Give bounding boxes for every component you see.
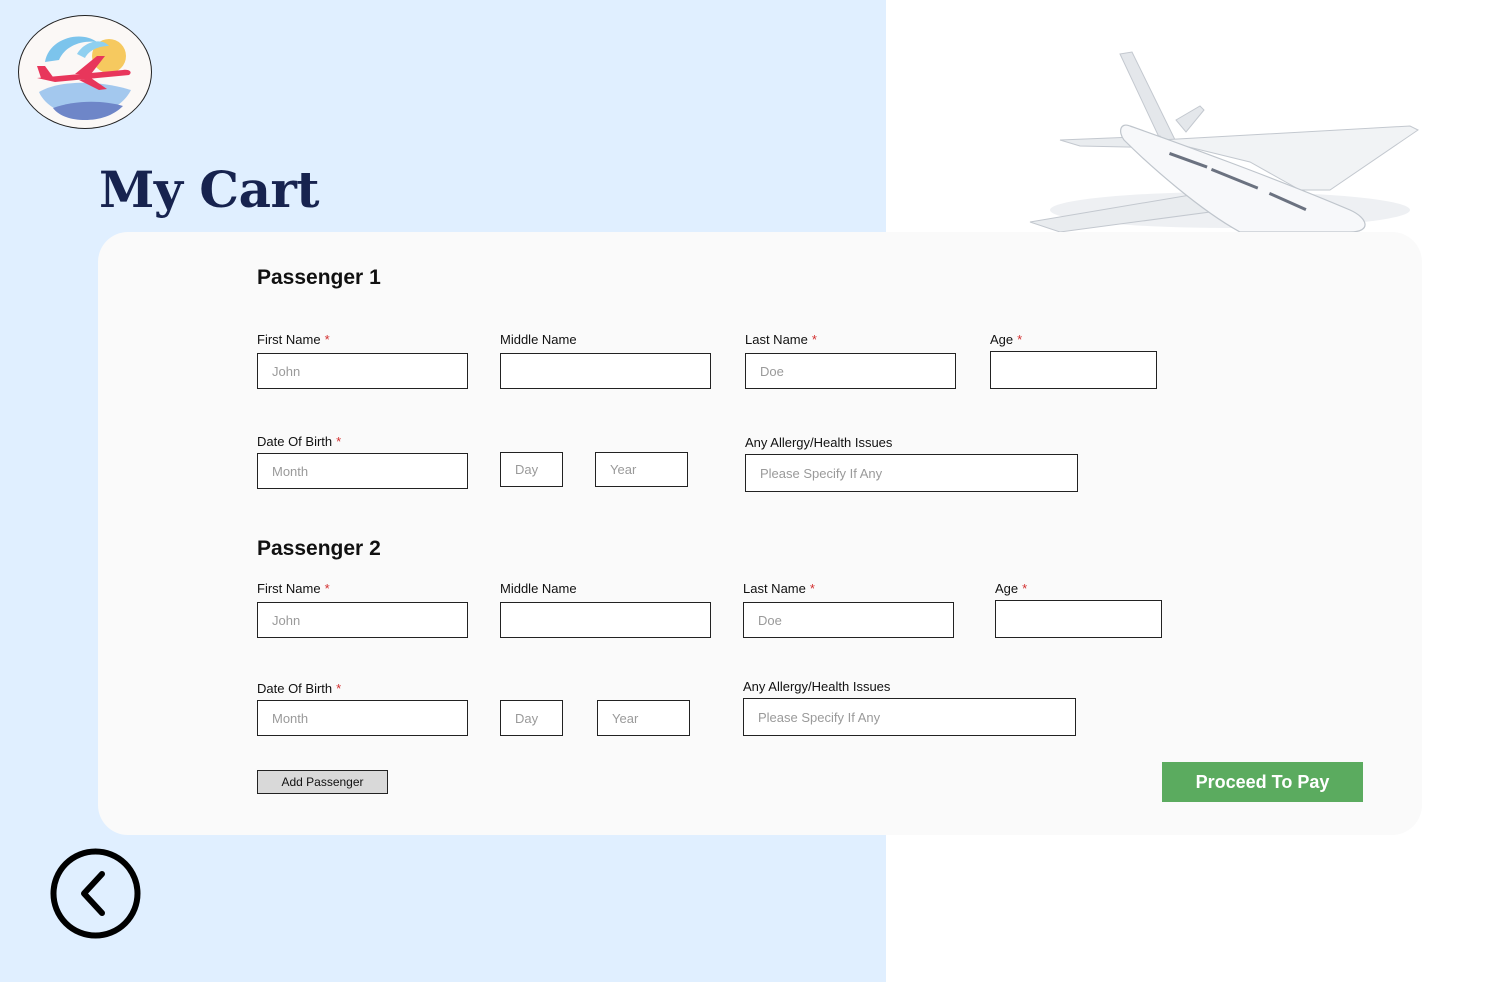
passenger-1-last-name-input[interactable] <box>745 353 956 389</box>
passenger-2-middle-name-input[interactable] <box>500 602 711 638</box>
passenger-2-dob-year-input[interactable] <box>597 700 690 736</box>
date-of-birth-label: Date Of Birth * <box>257 681 342 696</box>
required-asterisk: * <box>809 581 815 596</box>
proceed-to-pay-button[interactable]: Proceed To Pay <box>1162 762 1363 802</box>
allergy-label: Any Allergy/Health Issues <box>743 679 891 694</box>
airplane-sun-logo-icon[interactable] <box>18 15 152 129</box>
passenger-1-middle-name-input[interactable] <box>500 353 711 389</box>
passenger-2-allergy-input[interactable] <box>743 698 1076 736</box>
passenger-1-first-name-input[interactable] <box>257 353 468 389</box>
add-passenger-button[interactable]: Add Passenger <box>257 770 388 794</box>
first-name-label: First Name * <box>257 332 330 347</box>
first-name-label: First Name * <box>257 581 330 596</box>
middle-name-label: Middle Name <box>500 581 577 596</box>
passenger-form-card: Passenger 1 First Name* Middle Name Last… <box>98 232 1422 835</box>
age-label: Age * <box>995 581 1028 596</box>
required-asterisk: * <box>324 581 330 596</box>
middle-name-label: Middle Name <box>500 332 577 347</box>
passenger-2-age-input[interactable] <box>995 600 1162 638</box>
allergy-label: Any Allergy/Health Issues <box>745 435 893 450</box>
passenger-1-title: Passenger 1 <box>257 266 381 289</box>
required-asterisk: * <box>1022 581 1028 596</box>
passenger-1-dob-year-input[interactable] <box>595 452 688 487</box>
passenger-1-dob-month-input[interactable] <box>257 453 468 489</box>
last-name-label: Last Name * <box>745 332 817 347</box>
chevron-left-circle-icon[interactable] <box>50 848 141 939</box>
page-title: My Cart <box>99 160 319 219</box>
passenger-2-dob-month-input[interactable] <box>257 700 468 736</box>
passenger-1-dob-day-input[interactable] <box>500 452 563 487</box>
last-name-label: Last Name * <box>743 581 815 596</box>
required-asterisk: * <box>811 332 817 347</box>
required-asterisk: * <box>324 332 330 347</box>
date-of-birth-label: Date Of Birth * <box>257 434 342 449</box>
passenger-2-dob-day-input[interactable] <box>500 700 563 736</box>
cart-page: My Cart Passenger 1 First Name* Middle N… <box>0 0 1512 982</box>
passenger-2-title: Passenger 2 <box>257 537 381 560</box>
passenger-2-first-name-input[interactable] <box>257 602 468 638</box>
required-asterisk: * <box>336 434 342 449</box>
passenger-2-last-name-input[interactable] <box>743 602 954 638</box>
required-asterisk: * <box>336 681 342 696</box>
airplane-illustration <box>1000 40 1430 233</box>
age-label: Age * <box>990 332 1023 347</box>
required-asterisk: * <box>1017 332 1023 347</box>
passenger-1-allergy-input[interactable] <box>745 454 1078 492</box>
passenger-1-age-input[interactable] <box>990 351 1157 389</box>
